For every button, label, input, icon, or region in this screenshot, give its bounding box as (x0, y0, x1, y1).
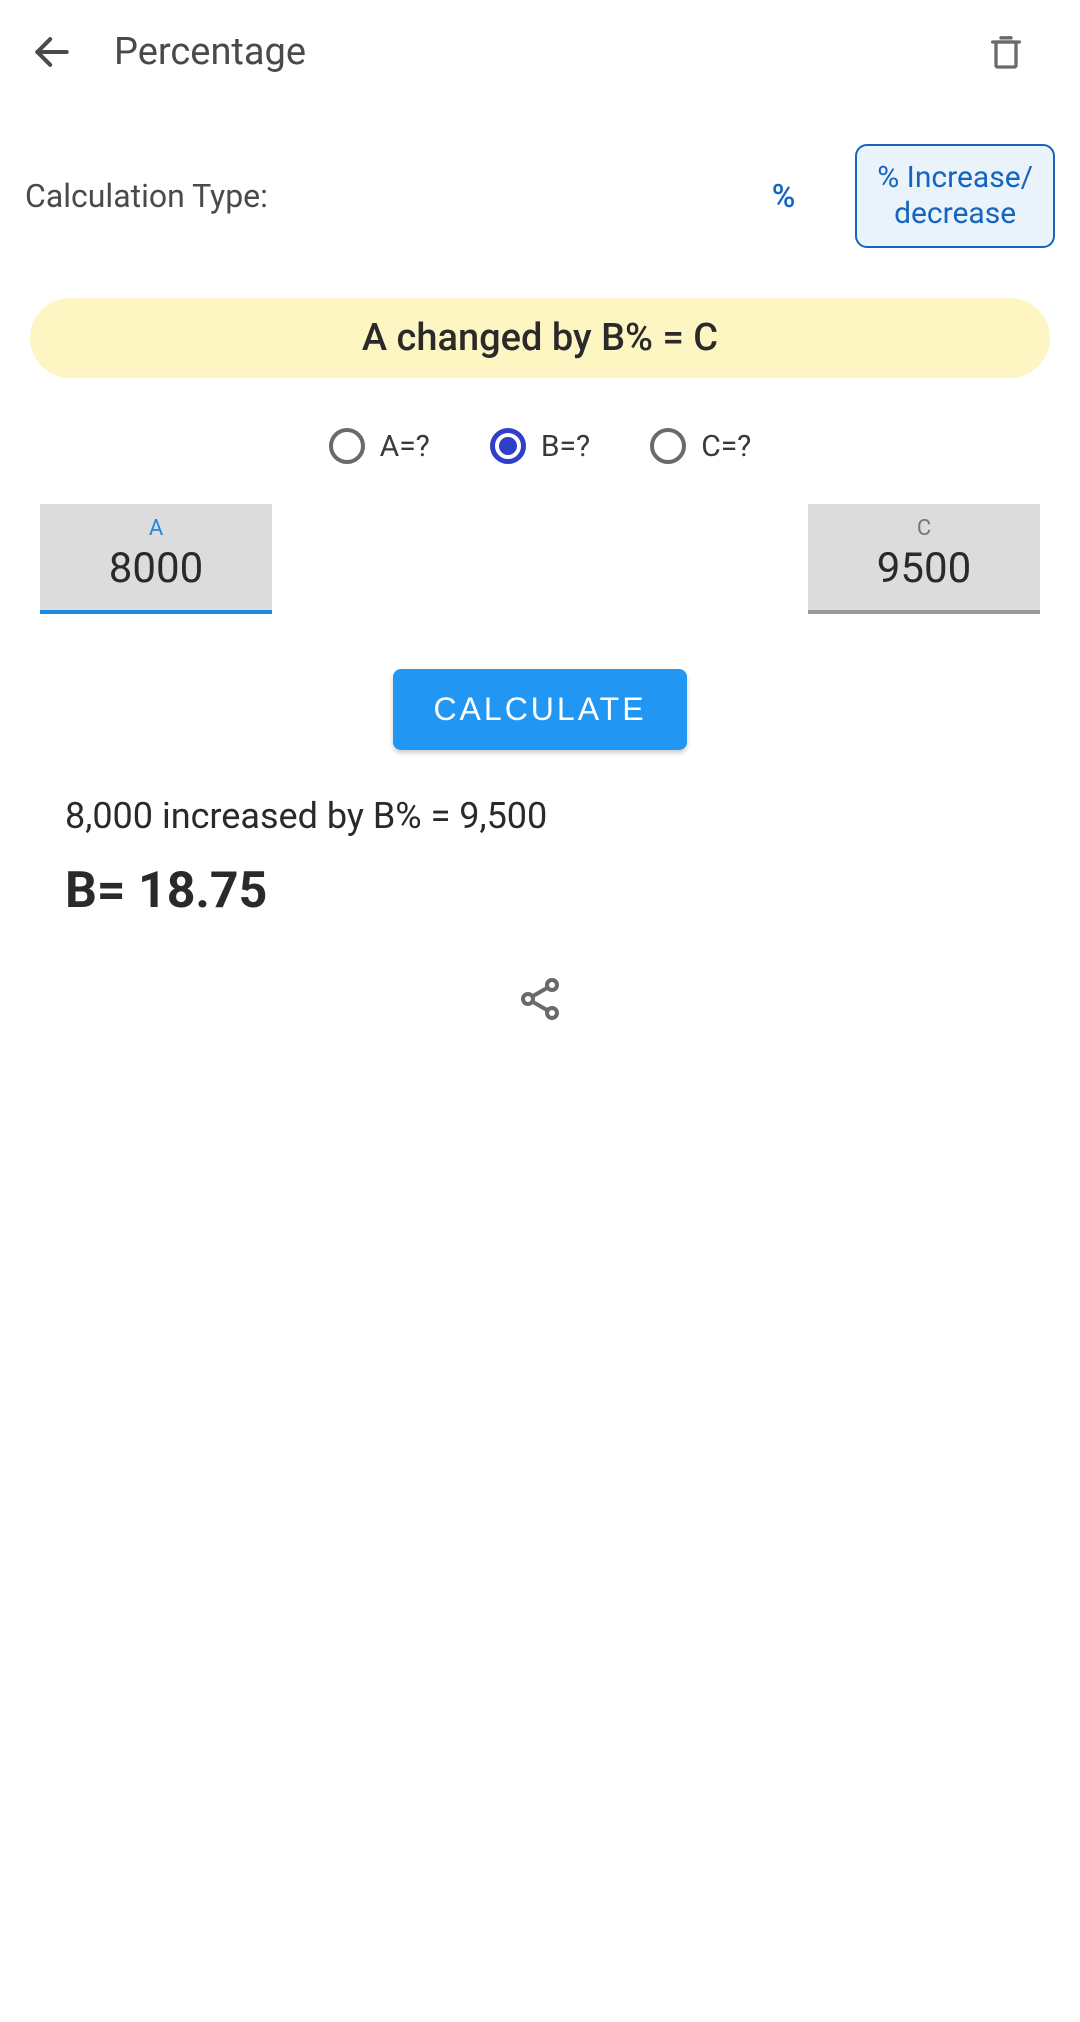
input-a[interactable]: A 8000 (40, 504, 272, 614)
tab-increase-decrease[interactable]: % Increase/ decrease (855, 144, 1055, 248)
formula-display: A changed by B% = C (30, 298, 1050, 378)
tab-percent[interactable]: % (722, 157, 846, 235)
radio-b-label: B=? (541, 429, 590, 464)
radio-a[interactable]: A=? (329, 428, 430, 464)
radio-a-label: A=? (380, 429, 430, 464)
radio-c[interactable]: C=? (650, 428, 751, 464)
input-c[interactable]: C 9500 (808, 504, 1040, 614)
input-spacer (424, 504, 656, 614)
radio-circle-selected-icon (490, 428, 526, 464)
result-answer: B= 18.75 (0, 847, 1080, 950)
back-arrow-icon[interactable] (30, 30, 74, 74)
share-icon[interactable] (516, 975, 564, 1023)
radio-circle-icon (329, 428, 365, 464)
radio-b[interactable]: B=? (490, 428, 590, 464)
calc-type-label: Calculation Type: (25, 177, 712, 215)
input-underline (808, 610, 1040, 614)
radio-circle-icon (650, 428, 686, 464)
input-a-label: A (149, 516, 163, 541)
input-c-label: C (917, 516, 931, 541)
tab-increase-line2: decrease (877, 196, 1033, 232)
input-c-value: 9500 (877, 544, 971, 593)
radio-c-label: C=? (701, 429, 751, 464)
result-statement: 8,000 increased by B% = 9,500 (0, 785, 1080, 847)
input-a-value: 8000 (109, 544, 203, 593)
input-underline (40, 610, 272, 614)
trash-icon[interactable] (986, 30, 1030, 74)
calculate-button[interactable]: CALCULATE (393, 669, 686, 750)
page-title: Percentage (114, 30, 946, 74)
tab-increase-line1: % Increase/ (877, 160, 1033, 196)
